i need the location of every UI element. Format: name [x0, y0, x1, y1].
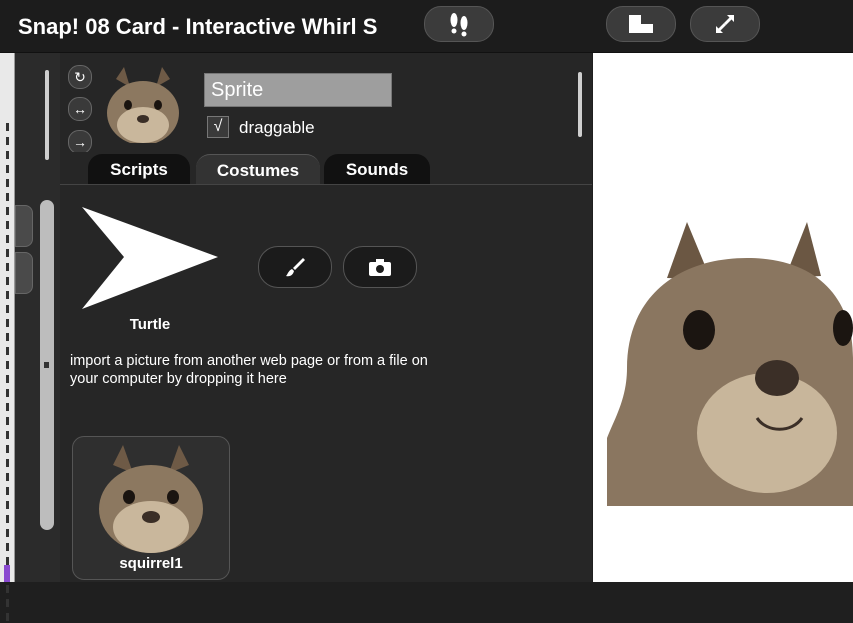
expand-arrows-icon: [716, 15, 734, 33]
sprite-name-input[interactable]: Sprite: [204, 73, 392, 107]
camera-icon: [369, 259, 391, 276]
fullscreen-button[interactable]: [690, 6, 760, 42]
category-button-fragment[interactable]: [15, 205, 33, 247]
palette-resize-handle[interactable]: [45, 70, 49, 160]
no-rotate-icon[interactable]: →: [68, 130, 92, 154]
turtle-costume-label: Turtle: [129, 316, 171, 333]
stage-size-icon: [629, 15, 653, 33]
tab-scripts[interactable]: Scripts: [88, 154, 190, 184]
sprite-panel-scrollbar[interactable]: [578, 72, 582, 137]
rotate-icon[interactable]: ↻: [68, 65, 92, 89]
paint-new-costume-button[interactable]: [258, 246, 332, 288]
turtle-costume-icon[interactable]: [80, 205, 220, 315]
left-right-icon[interactable]: ↔: [68, 97, 92, 121]
camera-costume-button[interactable]: [343, 246, 417, 288]
stage-size-button[interactable]: [606, 6, 676, 42]
costume-thumbnail: [99, 445, 203, 553]
steps-button[interactable]: [424, 6, 494, 42]
tab-sounds[interactable]: Sounds: [324, 154, 430, 184]
footprints-icon: [450, 13, 468, 37]
palette-edge-pattern: [6, 123, 9, 623]
costume-name-label: squirrel1: [119, 555, 183, 572]
project-title: Snap! 08 Card - Interactive Whirl S: [18, 14, 378, 39]
import-hint-text: import a picture from another web page o…: [70, 353, 428, 387]
draggable-checkbox[interactable]: √: [207, 116, 229, 138]
tab-costumes[interactable]: Costumes: [196, 154, 320, 185]
title-bar: Snap! 08 Card - Interactive Whirl S: [0, 0, 853, 53]
sprite-thumbnail: [107, 67, 179, 143]
scrollbar-grip: [44, 362, 49, 368]
category-color-marker: [4, 565, 10, 582]
draggable-label: draggable: [239, 118, 315, 137]
paintbrush-icon: [286, 258, 305, 277]
palette-edge: [0, 53, 15, 623]
stage-sprite-squirrel[interactable]: [607, 218, 853, 506]
costume-item-squirrel1[interactable]: squirrel1: [72, 436, 230, 580]
category-button-fragment[interactable]: [15, 252, 33, 294]
